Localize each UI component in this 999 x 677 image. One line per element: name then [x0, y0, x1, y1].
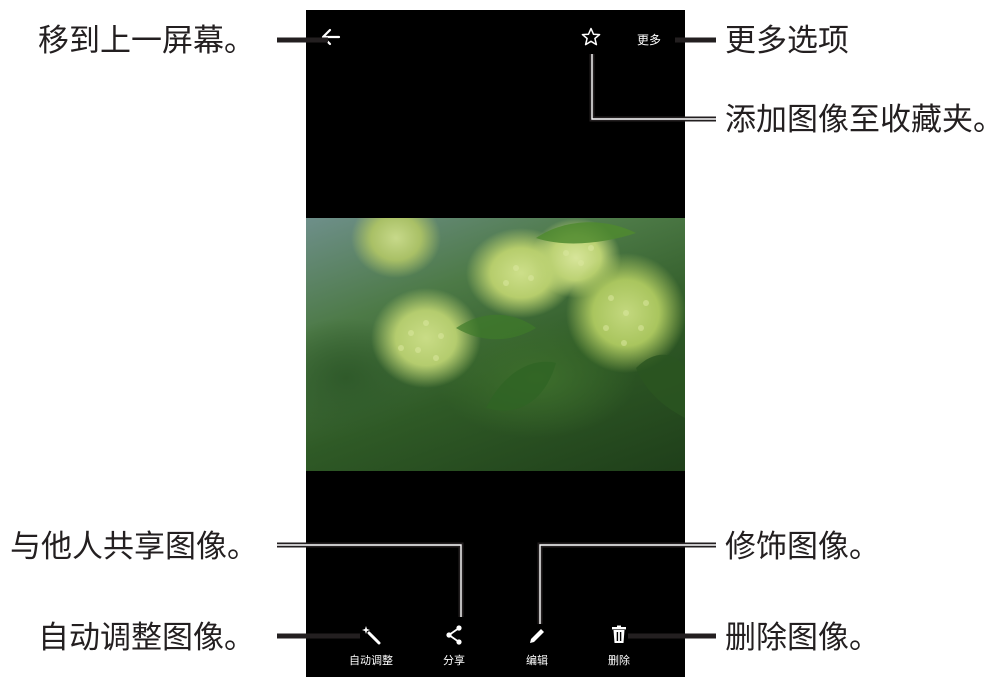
auto-adjust-button[interactable]: 自动调整: [336, 610, 406, 672]
more-options-button[interactable]: 更多: [637, 32, 661, 48]
delete-label: 删除: [608, 654, 630, 667]
phone-screen: 更多 自动调整 分享 编辑 删除: [306, 10, 685, 677]
bottom-action-bar: 自动调整 分享 编辑 删除: [306, 610, 685, 677]
pencil-icon: [530, 629, 544, 643]
callout-back: 移到上一屏幕。: [38, 23, 255, 59]
edit-button[interactable]: 编辑: [502, 610, 572, 672]
callout-add-favorite: 添加图像至收藏夹。: [725, 102, 999, 138]
callout-more-options: 更多选项: [725, 23, 849, 59]
edit-label: 编辑: [526, 654, 548, 667]
delete-button[interactable]: 删除: [584, 610, 654, 672]
arrow-left-icon: [321, 28, 341, 46]
callout-share: 与他人共享图像。: [10, 529, 258, 565]
photo-image: [306, 218, 685, 471]
favorite-button[interactable]: [579, 25, 603, 49]
trash-icon: [612, 625, 626, 643]
share-button[interactable]: 分享: [419, 610, 489, 672]
callout-delete: 删除图像。: [725, 620, 880, 656]
star-outline-icon: [581, 27, 601, 46]
photo-leaves: [398, 222, 685, 418]
share-icon: [446, 625, 462, 645]
auto-adjust-label: 自动调整: [349, 654, 393, 667]
magic-wand-icon: [362, 626, 381, 645]
callout-auto-adjust: 自动调整图像。: [38, 620, 255, 656]
share-label: 分享: [443, 654, 465, 667]
back-button[interactable]: [318, 24, 344, 50]
callout-edit: 修饰图像。: [725, 529, 880, 565]
